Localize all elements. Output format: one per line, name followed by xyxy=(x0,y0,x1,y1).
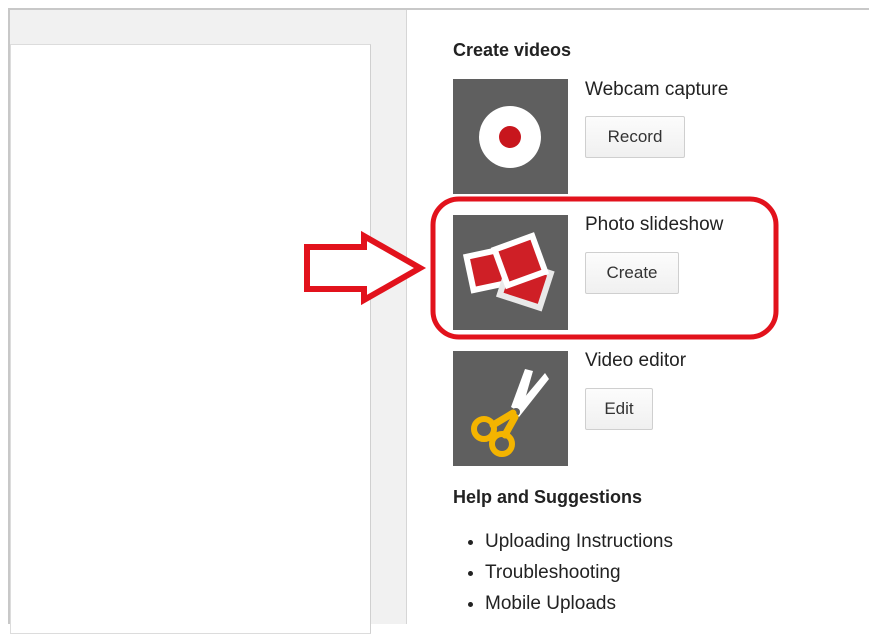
uploading-instructions-link[interactable]: Uploading Instructions xyxy=(485,531,673,552)
upload-area-panel xyxy=(10,44,371,634)
video-editor-title: Video editor xyxy=(585,350,687,371)
help-links-list: Uploading Instructions Troubleshooting M… xyxy=(465,528,673,621)
video-editor-thumbnail[interactable] xyxy=(453,351,568,466)
create-slideshow-button[interactable]: Create xyxy=(585,252,679,294)
record-button[interactable]: Record xyxy=(585,116,685,158)
mobile-uploads-link[interactable]: Mobile Uploads xyxy=(485,593,616,614)
list-item: Mobile Uploads xyxy=(485,590,673,621)
troubleshooting-link[interactable]: Troubleshooting xyxy=(485,562,621,583)
webcam-capture-title: Webcam capture xyxy=(585,79,729,100)
create-videos-heading: Create videos xyxy=(453,40,572,60)
help-suggestions-heading: Help and Suggestions xyxy=(453,487,643,507)
list-item: Uploading Instructions xyxy=(485,528,673,559)
edit-video-button[interactable]: Edit xyxy=(585,388,653,430)
record-icon xyxy=(479,106,541,168)
photo-slideshow-title: Photo slideshow xyxy=(585,214,724,235)
slideshow-icon xyxy=(462,232,555,312)
scissors-icon xyxy=(471,369,549,457)
photo-slideshow-thumbnail[interactable] xyxy=(453,215,568,330)
webcam-capture-thumbnail[interactable] xyxy=(453,79,568,194)
list-item: Troubleshooting xyxy=(485,559,673,590)
